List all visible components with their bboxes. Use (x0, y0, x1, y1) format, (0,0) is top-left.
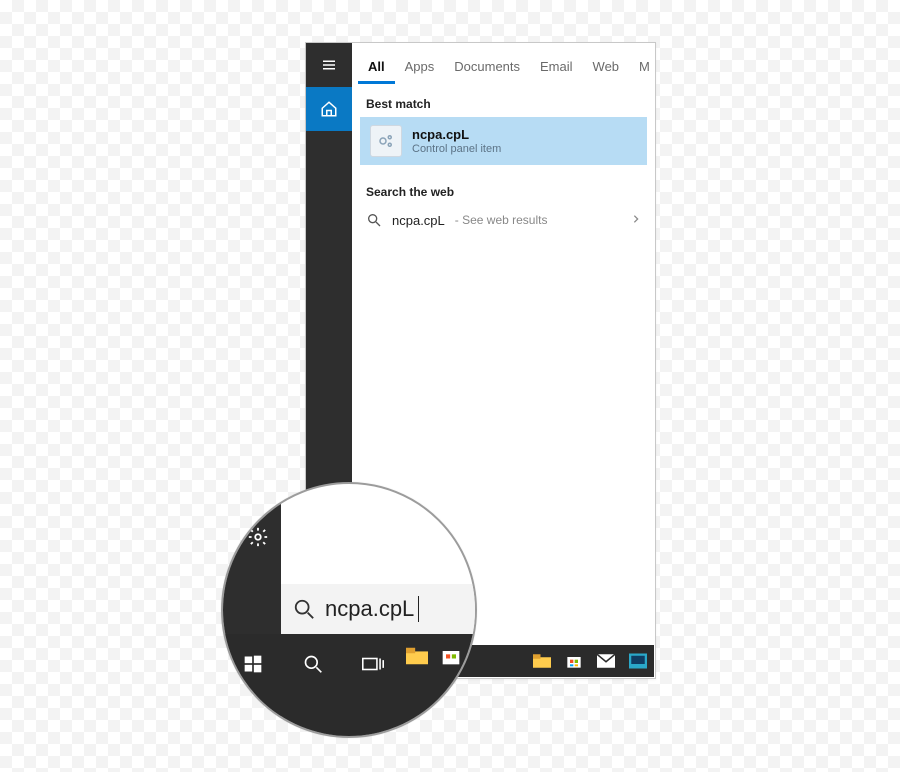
taskbar-microsoft-store[interactable] (437, 642, 465, 670)
taskbar-app-generic[interactable] (622, 645, 654, 677)
hamburger-icon (320, 56, 338, 74)
tab-documents[interactable]: Documents (444, 47, 530, 84)
menu-button[interactable] (306, 43, 352, 87)
settings-icon[interactable] (247, 526, 269, 553)
best-match-subtitle: Control panel item (412, 143, 501, 155)
home-button[interactable] (306, 87, 352, 131)
taskbar-file-explorer[interactable] (526, 645, 558, 677)
search-web-label: Search the web (352, 175, 655, 205)
best-match-title: ncpa.cpL (412, 127, 501, 142)
taskbar-pinned-apps (403, 642, 477, 670)
start-button[interactable] (223, 634, 283, 694)
search-icon (366, 212, 382, 228)
web-result-query: ncpa.cpL (392, 213, 445, 228)
best-match-result[interactable]: ncpa.cpL Control panel item (360, 117, 647, 165)
web-result[interactable]: ncpa.cpL - See web results (352, 205, 655, 235)
task-view-button[interactable] (343, 634, 403, 694)
windows-icon (243, 654, 263, 674)
category-tabs: All Apps Documents Email Web M (352, 43, 655, 88)
taskbar-file-explorer[interactable] (403, 642, 431, 670)
best-match-label: Best match (352, 87, 655, 117)
tab-all[interactable]: All (358, 47, 395, 84)
search-button[interactable] (283, 634, 343, 694)
home-icon (320, 100, 338, 118)
tab-apps[interactable]: Apps (395, 47, 445, 84)
search-input-value: ncpa.cpL (325, 596, 414, 622)
tab-web[interactable]: Web (583, 47, 630, 84)
control-panel-item-icon (370, 125, 402, 157)
magnifier-callout: ncpa.cpL (221, 482, 477, 738)
text-cursor (418, 596, 419, 622)
search-input[interactable]: ncpa.cpL (281, 584, 475, 634)
chevron-right-icon (631, 211, 641, 229)
taskbar-mail[interactable] (590, 645, 622, 677)
tab-more[interactable]: M (629, 47, 655, 84)
search-icon (303, 654, 323, 674)
taskbar-microsoft-store[interactable] (558, 645, 590, 677)
search-icon (293, 598, 315, 620)
web-result-hint: - See web results (455, 213, 548, 227)
task-view-icon (362, 655, 384, 673)
tab-email[interactable]: Email (530, 47, 583, 84)
